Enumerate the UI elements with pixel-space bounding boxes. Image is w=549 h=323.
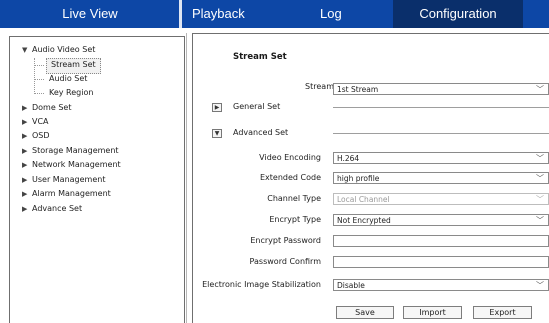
tree-item-audio-video-set[interactable]: ▼ Audio Video Set xyxy=(22,43,95,57)
tree-item-vca[interactable]: ▶ VCA xyxy=(22,115,49,129)
tree-item-key-region[interactable]: Key Region xyxy=(49,86,93,100)
stream-select[interactable]: 1st Stream ﹀ xyxy=(333,83,549,95)
expand-right-icon[interactable]: ▶ xyxy=(212,103,222,112)
tab-live-view[interactable]: Live View xyxy=(0,0,180,28)
tree-item-audio-set[interactable]: Audio Set xyxy=(49,72,87,86)
video-encoding-label: Video Encoding xyxy=(259,153,321,162)
encrypt-password-field[interactable] xyxy=(333,235,549,247)
extended-code-label: Extended Code xyxy=(259,173,321,182)
tree-item-label: Alarm Management xyxy=(32,189,111,198)
tree-connector xyxy=(34,65,44,66)
eis-select[interactable]: Disable ﹀ xyxy=(333,279,549,291)
section-divider xyxy=(333,107,549,108)
tree-connector xyxy=(34,93,44,94)
encrypt-password-label: Encrypt Password xyxy=(250,236,321,245)
tree-item-storage-management[interactable]: ▶ Storage Management xyxy=(22,144,119,158)
tree-item-advance-set[interactable]: ▶ Advance Set xyxy=(22,202,82,216)
chevron-down-icon: ﹀ xyxy=(536,281,544,290)
video-encoding-value: H.264 xyxy=(337,154,360,163)
chevron-down-icon: ﹀ xyxy=(536,195,544,204)
password-confirm-field[interactable] xyxy=(333,256,549,268)
tree-item-label: Storage Management xyxy=(32,146,119,155)
advanced-set-label: Advanced Set xyxy=(233,128,289,137)
tree-item-osd[interactable]: ▶ OSD xyxy=(22,129,50,143)
channel-type-value: Local Channel xyxy=(337,195,390,204)
tree-item-alarm-management[interactable]: ▶ Alarm Management xyxy=(22,187,111,201)
triangle-right-icon: ▶ xyxy=(22,205,28,213)
triangle-right-icon: ▶ xyxy=(22,190,28,198)
tree-item-label: User Management xyxy=(32,175,106,184)
page-title: Stream Set xyxy=(233,52,287,62)
export-button[interactable]: Export xyxy=(473,306,532,319)
stream-label: Stream xyxy=(305,82,334,91)
password-confirm-label: Password Confirm xyxy=(249,257,321,266)
triangle-right-icon: ▶ xyxy=(22,104,28,112)
triangle-down-icon: ▼ xyxy=(22,46,28,54)
tree-item-label: Dome Set xyxy=(32,103,72,112)
triangle-right-icon: ▶ xyxy=(22,176,28,184)
video-encoding-select[interactable]: H.264 ﹀ xyxy=(333,152,549,164)
tree-item-label: Advance Set xyxy=(32,204,83,213)
chevron-down-icon: ﹀ xyxy=(536,216,544,225)
general-set-label: General Set xyxy=(233,102,281,111)
tab-configuration[interactable]: Configuration xyxy=(393,0,523,28)
encrypt-type-value: Not Encrypted xyxy=(337,216,391,225)
eis-value: Disable xyxy=(337,281,365,290)
eis-label: Electronic Image Stabilization xyxy=(202,280,321,289)
encrypt-type-select[interactable]: Not Encrypted ﹀ xyxy=(333,214,549,226)
tree-item-label: OSD xyxy=(32,131,50,140)
extended-code-value: high profile xyxy=(337,174,380,183)
tree-item-label: Network Management xyxy=(32,160,121,169)
chevron-down-icon: ﹀ xyxy=(536,85,544,94)
tab-playback[interactable]: Playback xyxy=(180,0,280,28)
chevron-down-icon: ﹀ xyxy=(536,174,544,183)
tree-item-label: VCA xyxy=(32,117,49,126)
expand-down-icon[interactable]: ▼ xyxy=(212,129,222,138)
tree-item-user-management[interactable]: ▶ User Management xyxy=(22,173,105,187)
tree-connector xyxy=(34,58,35,94)
tree-item-network-management[interactable]: ▶ Network Management xyxy=(22,158,121,172)
triangle-right-icon: ▶ xyxy=(22,161,28,169)
triangle-right-icon: ▶ xyxy=(22,147,28,155)
extended-code-select[interactable]: high profile ﹀ xyxy=(333,172,549,184)
channel-type-select: Local Channel ﹀ xyxy=(333,193,549,205)
triangle-right-icon: ▶ xyxy=(22,132,28,140)
tree-item-label: Audio Video Set xyxy=(32,45,96,54)
triangle-right-icon: ▶ xyxy=(22,118,28,126)
channel-type-label: Channel Type xyxy=(267,194,321,203)
import-button[interactable]: Import xyxy=(403,306,462,319)
encrypt-type-label: Encrypt Type xyxy=(269,215,321,224)
save-button[interactable]: Save xyxy=(336,306,394,319)
section-divider xyxy=(333,133,549,134)
stream-value: 1st Stream xyxy=(337,85,379,94)
tree-connector xyxy=(34,79,44,80)
tab-log[interactable]: Log xyxy=(280,0,390,28)
tree-item-dome-set[interactable]: ▶ Dome Set xyxy=(22,101,71,115)
chevron-down-icon: ﹀ xyxy=(536,154,544,163)
top-nav-bar: Live View Playback Log Configuration xyxy=(0,0,549,28)
